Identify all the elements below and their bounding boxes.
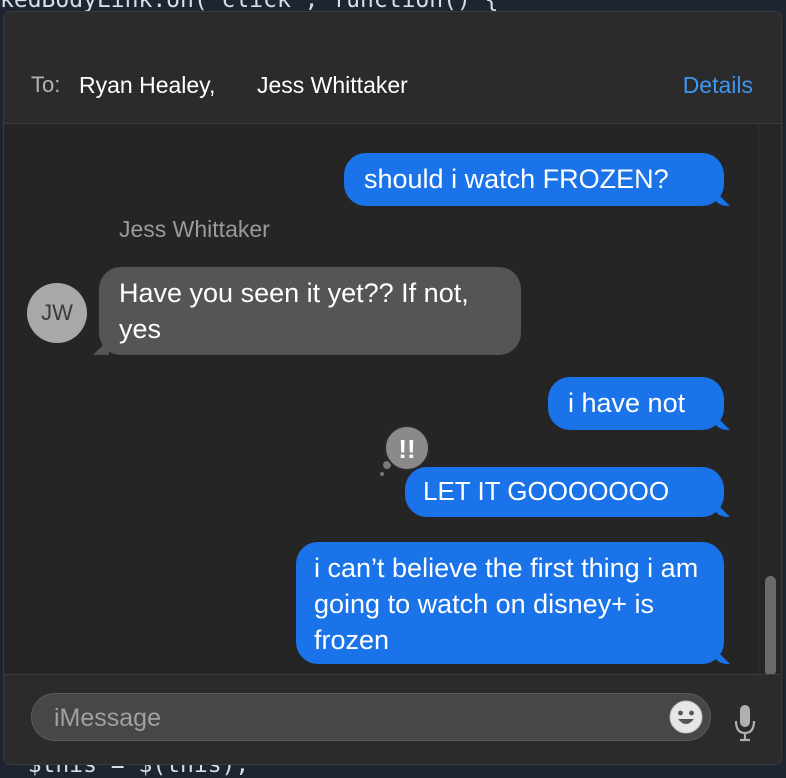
message-bubble-sent[interactable]: i can’t believe the first thing i am goi… — [296, 542, 724, 664]
messages-window: To: Ryan Healey, Jess Whittaker Details … — [4, 12, 781, 764]
avatar[interactable]: JW — [27, 283, 87, 343]
scrollbar-thumb[interactable] — [765, 576, 776, 676]
recipient-ryan-healey[interactable]: Ryan Healey, — [79, 72, 215, 99]
smiley-icon[interactable] — [668, 699, 704, 735]
composer-bar: iMessage — [4, 674, 781, 764]
imessage-input[interactable]: iMessage — [31, 693, 711, 741]
message-bubble-sent[interactable]: LET IT GOOOOOOO — [405, 467, 724, 517]
conversation-header: To: Ryan Healey, Jess Whittaker Details — [4, 12, 781, 124]
to-label: To: — [31, 72, 61, 97]
scrollbar-track[interactable] — [758, 124, 781, 676]
message-transcript[interactable]: should i watch FROZEN? Jess Whittaker JW… — [4, 124, 781, 676]
microphone-icon[interactable] — [732, 703, 758, 743]
message-bubble-sent[interactable]: i have not — [548, 377, 724, 430]
recipient-jess-whittaker[interactable]: Jess Whittaker — [257, 72, 408, 99]
message-bubble-sent[interactable]: should i watch FROZEN? — [344, 153, 724, 206]
details-button[interactable]: Details — [683, 72, 753, 99]
message-bubble-received[interactable]: Have you seen it yet?? If not, yes — [99, 267, 521, 355]
svg-text:!!: !! — [398, 434, 415, 464]
sender-name: Jess Whittaker — [119, 216, 270, 242]
input-placeholder: iMessage — [54, 704, 161, 732]
